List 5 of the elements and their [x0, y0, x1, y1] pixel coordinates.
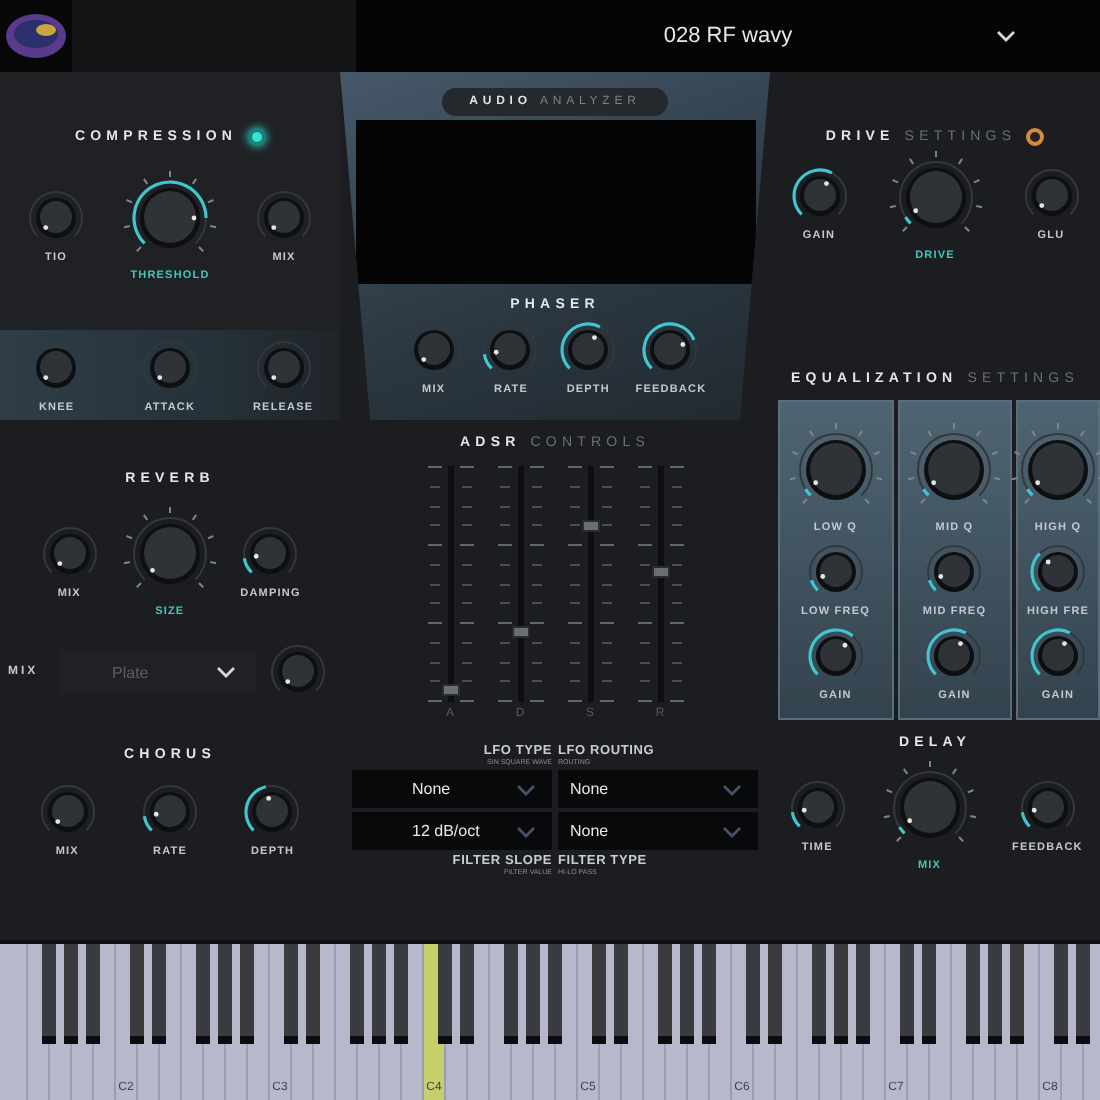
- dropdown[interactable]: 12 dB/oct: [352, 812, 552, 850]
- dropdown[interactable]: None: [558, 812, 758, 850]
- preset-selector[interactable]: 028 RF wavy: [356, 0, 1100, 72]
- dropdown[interactable]: None: [558, 770, 758, 808]
- dropdown[interactable]: None: [352, 770, 552, 808]
